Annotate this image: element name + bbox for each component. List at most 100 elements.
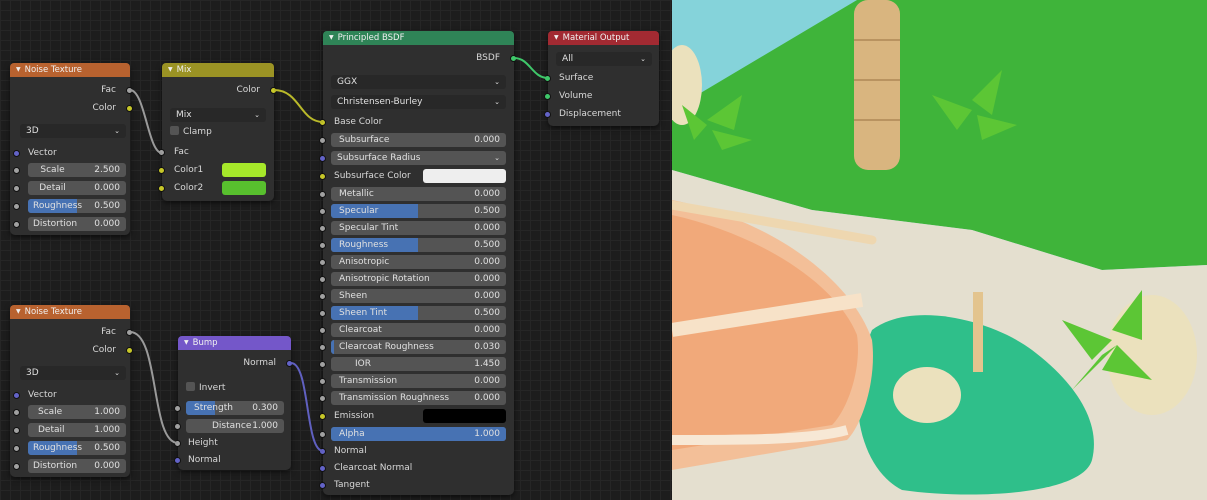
collapse-arrow-icon[interactable]: ▼: [168, 66, 173, 73]
bump-node[interactable]: ▼ Bump Normal Invert Strength 0.300 Distan…: [174, 336, 293, 470]
anisotropic-field[interactable]: Anisotropic 0.000: [331, 255, 506, 269]
transmission-roughness-field[interactable]: Transmission Roughness 0.000: [331, 391, 506, 405]
checkbox-icon[interactable]: [186, 382, 195, 391]
specular-tint-field[interactable]: Specular Tint 0.000: [331, 221, 506, 235]
roughness-field[interactable]: Roughness 0.500: [28, 199, 126, 213]
subsurface-color-swatch[interactable]: [423, 169, 506, 183]
color1-swatch[interactable]: [222, 163, 266, 177]
socket-roughness-in[interactable]: [13, 203, 20, 210]
socket-ior-in[interactable]: [319, 361, 326, 368]
strength-field[interactable]: Strength 0.300: [186, 401, 284, 415]
socket-fac-in[interactable]: [158, 149, 165, 156]
socket-normal-out[interactable]: [286, 360, 293, 367]
socket-clearcoat-in[interactable]: [319, 327, 326, 334]
socket-clearcoat-normal-in[interactable]: [319, 465, 326, 472]
socket-color-out[interactable]: [270, 87, 277, 94]
socket-tangent-in[interactable]: [319, 482, 326, 489]
collapse-arrow-icon[interactable]: ▼: [16, 66, 21, 73]
node-header[interactable]: ▼ Material Output: [548, 31, 659, 45]
collapse-arrow-icon[interactable]: ▼: [329, 34, 334, 41]
socket-alpha-in[interactable]: [319, 431, 326, 438]
node-header[interactable]: ▼ Mix: [162, 63, 274, 77]
socket-sheen-tint-in[interactable]: [319, 310, 326, 317]
subsurface-radius-dropdown[interactable]: Subsurface Radius ⌄: [331, 151, 506, 165]
socket-distance-in[interactable]: [174, 423, 181, 430]
socket-vector-in[interactable]: [13, 392, 20, 399]
socket-displacement-in[interactable]: [544, 111, 551, 118]
socket-transmission-roughness-in[interactable]: [319, 395, 326, 402]
node-editor[interactable]: ▼ Noise Texture Fac Color 3D ⌄ Vector Scal…: [0, 0, 672, 500]
socket-strength-in[interactable]: [174, 405, 181, 412]
socket-subsurface-radius-in[interactable]: [319, 155, 326, 162]
transmission-field[interactable]: Transmission 0.000: [331, 374, 506, 388]
node-header[interactable]: ▼ Noise Texture: [10, 305, 130, 319]
socket-detail-in[interactable]: [13, 185, 20, 192]
subsurface-field[interactable]: Subsurface 0.000: [331, 133, 506, 147]
scale-field[interactable]: Scale 1.000: [28, 405, 126, 419]
ior-field[interactable]: IOR 1.450: [331, 357, 506, 371]
socket-subsurface-color-in[interactable]: [319, 173, 326, 180]
collapse-arrow-icon[interactable]: ▼: [184, 339, 189, 346]
socket-roughness-in[interactable]: [13, 445, 20, 452]
invert-checkbox[interactable]: Invert: [186, 381, 225, 395]
socket-vector-in[interactable]: [13, 150, 20, 157]
clearcoat-roughness-field[interactable]: Clearcoat Roughness 0.030: [331, 340, 506, 354]
socket-color1-in[interactable]: [158, 167, 165, 174]
emission-color-swatch[interactable]: [423, 409, 506, 423]
socket-bsdf-out[interactable]: [510, 55, 517, 62]
socket-color2-in[interactable]: [158, 185, 165, 192]
socket-distortion-in[interactable]: [13, 221, 20, 228]
socket-anisotropic-in[interactable]: [319, 259, 326, 266]
scale-field[interactable]: Scale 2.500: [28, 163, 126, 177]
distortion-field[interactable]: Distortion 0.000: [28, 459, 126, 473]
node-header[interactable]: ▼ Noise Texture: [10, 63, 130, 77]
distance-field[interactable]: Distance 1.000: [186, 419, 284, 433]
socket-fac-out[interactable]: [126, 87, 133, 94]
socket-fac-out[interactable]: [126, 329, 133, 336]
collapse-arrow-icon[interactable]: ▼: [16, 308, 21, 315]
socket-emission-in[interactable]: [319, 413, 326, 420]
clearcoat-field[interactable]: Clearcoat 0.000: [331, 323, 506, 337]
socket-transmission-in[interactable]: [319, 378, 326, 385]
socket-color-out[interactable]: [126, 105, 133, 112]
socket-scale-in[interactable]: [13, 167, 20, 174]
socket-anisotropic-rotation-in[interactable]: [319, 276, 326, 283]
socket-metallic-in[interactable]: [319, 191, 326, 198]
dimension-dropdown[interactable]: 3D ⌄: [20, 366, 126, 380]
alpha-field[interactable]: Alpha 1.000: [331, 427, 506, 441]
distribution-dropdown[interactable]: GGX ⌄: [331, 75, 506, 89]
principled-bsdf-node[interactable]: ▼ Principled BSDF BSDF GGX ⌄ Christensen-B…: [319, 31, 517, 495]
noise-texture-node-1[interactable]: ▼ Noise Texture Fac Color 3D ⌄ Vector Scal…: [10, 63, 133, 235]
blend-mode-dropdown[interactable]: Mix ⌄: [170, 108, 266, 122]
socket-scale-in[interactable]: [13, 409, 20, 416]
clamp-checkbox[interactable]: Clamp: [170, 125, 212, 139]
socket-sheen-in[interactable]: [319, 293, 326, 300]
target-dropdown[interactable]: All ⌄: [556, 52, 652, 66]
socket-base-color-in[interactable]: [319, 119, 326, 126]
socket-normal-in[interactable]: [319, 448, 326, 455]
roughness-field[interactable]: Roughness 0.500: [28, 441, 126, 455]
socket-roughness-in[interactable]: [319, 242, 326, 249]
metallic-field[interactable]: Metallic 0.000: [331, 187, 506, 201]
node-header[interactable]: ▼ Principled BSDF: [323, 31, 514, 45]
socket-height-in[interactable]: [174, 440, 181, 447]
sheen-tint-field[interactable]: Sheen Tint 0.500: [331, 306, 506, 320]
socket-volume-in[interactable]: [544, 93, 551, 100]
mix-node[interactable]: ▼ Mix Color Mix ⌄ Clamp Fac Color1 Color2: [158, 63, 277, 201]
anisotropic-rotation-field[interactable]: Anisotropic Rotation 0.000: [331, 272, 506, 286]
socket-detail-in[interactable]: [13, 427, 20, 434]
collapse-arrow-icon[interactable]: ▼: [554, 34, 559, 41]
checkbox-icon[interactable]: [170, 126, 179, 135]
node-header[interactable]: ▼ Bump: [178, 336, 291, 350]
socket-distortion-in[interactable]: [13, 463, 20, 470]
material-output-node[interactable]: ▼ Material Output All ⌄ Surface Volume Dis…: [544, 31, 659, 126]
socket-clearcoat-roughness-in[interactable]: [319, 344, 326, 351]
detail-field[interactable]: Detail 0.000: [28, 181, 126, 195]
subsurface-method-dropdown[interactable]: Christensen-Burley ⌄: [331, 95, 506, 109]
roughness-field[interactable]: Roughness 0.500: [331, 238, 506, 252]
detail-field[interactable]: Detail 1.000: [28, 423, 126, 437]
socket-subsurface-in[interactable]: [319, 137, 326, 144]
socket-surface-in[interactable]: [544, 75, 551, 82]
color2-swatch[interactable]: [222, 181, 266, 195]
noise-texture-node-2[interactable]: ▼ Noise Texture Fac Color 3D ⌄ Vector Scal…: [10, 305, 133, 477]
